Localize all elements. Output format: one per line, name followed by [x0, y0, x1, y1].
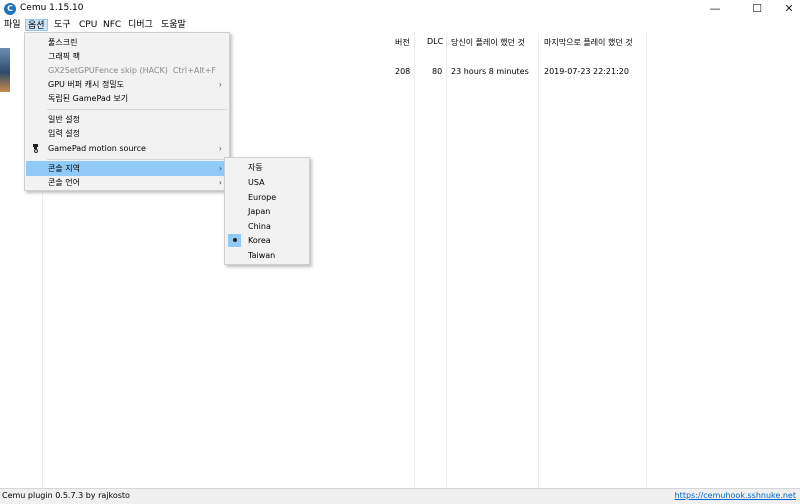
status-link[interactable]: https://cemuhook.sshnuke.net — [675, 491, 796, 500]
status-bar: Cemu plugin 0.5.7.3 by rajkosto https://… — [0, 488, 800, 504]
region-item-europe[interactable]: Europe — [226, 190, 308, 205]
submenu-arrow-icon: › — [218, 144, 222, 153]
column-header-dlc[interactable]: DLC — [427, 37, 443, 46]
shortcut-label: Ctrl+Alt+F — [172, 66, 216, 75]
column-divider — [446, 33, 447, 488]
options-dropdown-menu: 풀스크린 그래픽 팩 GX2SetGPUFence skip (HACK) Ct… — [24, 32, 230, 191]
region-item-auto[interactable]: 자동 — [226, 160, 308, 175]
menu-file[interactable]: 파일 — [2, 19, 23, 31]
column-header-last-played[interactable]: 마지막으로 플레이 했던 것 — [544, 37, 633, 48]
column-divider — [538, 33, 539, 488]
menu-item-input-settings[interactable]: 입력 설정 — [26, 126, 228, 141]
window-title: Cemu 1.15.10 — [20, 3, 84, 13]
region-item-korea[interactable]: Korea — [226, 233, 308, 248]
menu-item-gamepad-motion-source[interactable]: GamePad motion source › — [26, 141, 228, 156]
game-thumbnail[interactable] — [0, 48, 10, 92]
menu-bar: 파일 옵션 도구 CPU NFC 디버그 도움말 — [0, 18, 800, 32]
cell-played: 23 hours 8 minutes — [451, 67, 529, 76]
region-item-china[interactable]: China — [226, 219, 308, 234]
menu-separator — [47, 109, 227, 110]
menu-item-gpufence-skip: GX2SetGPUFence skip (HACK) Ctrl+Alt+F — [26, 63, 228, 78]
status-plugin-info: Cemu plugin 0.5.7.3 by rajkosto — [2, 491, 130, 500]
menu-item-separate-gamepad-view[interactable]: 독립된 GamePad 보기 — [26, 91, 228, 106]
submenu-arrow-icon: › — [218, 178, 222, 187]
cell-last-played: 2019-07-23 22:21:20 — [544, 67, 629, 76]
column-header-version[interactable]: 버전 — [395, 37, 410, 48]
column-divider — [646, 33, 647, 488]
menu-cpu[interactable]: CPU — [77, 19, 99, 31]
submenu-arrow-icon: › — [218, 164, 222, 173]
menu-nfc[interactable]: NFC — [101, 19, 123, 31]
region-item-usa[interactable]: USA — [226, 175, 308, 190]
menu-item-console-region[interactable]: 콘솔 지역 › — [26, 161, 228, 176]
console-region-submenu: 자동 USA Europe Japan China Korea Taiwan — [224, 157, 310, 265]
menu-item-fullscreen[interactable]: 풀스크린 — [26, 35, 228, 50]
menu-item-console-language[interactable]: 콘솔 언어 › — [26, 175, 228, 190]
close-button[interactable]: ✕ — [772, 0, 800, 18]
menu-item-graphic-packs[interactable]: 그래픽 팩 — [26, 49, 228, 64]
radio-selected-icon — [233, 238, 237, 242]
region-item-japan[interactable]: Japan — [226, 204, 308, 219]
menu-item-general-settings[interactable]: 일반 설정 — [26, 112, 228, 127]
menu-item-gpu-buffer-cache[interactable]: GPU 버퍼 캐시 정밀도 › — [26, 77, 228, 92]
maximize-button[interactable]: ☐ — [740, 0, 774, 18]
title-bar: C Cemu 1.15.10 — ☐ ✕ — [0, 0, 800, 18]
cell-version: 208 — [395, 67, 411, 76]
menu-separator — [47, 159, 227, 160]
menu-debug[interactable]: 디버그 — [126, 19, 155, 31]
cemu-app-icon: C — [4, 3, 16, 15]
region-item-taiwan[interactable]: Taiwan — [226, 248, 308, 263]
column-header-played[interactable]: 당신이 플레이 했던 것 — [451, 37, 525, 48]
menu-options[interactable]: 옵션 — [25, 19, 48, 31]
minimize-button[interactable]: — — [698, 0, 732, 18]
cell-dlc: 80 — [432, 67, 443, 76]
menu-tools[interactable]: 도구 — [52, 19, 73, 31]
menu-help[interactable]: 도움말 — [159, 19, 188, 31]
gamepad-motion-icon — [33, 144, 38, 153]
column-divider — [414, 33, 415, 488]
submenu-arrow-icon: › — [218, 80, 222, 89]
